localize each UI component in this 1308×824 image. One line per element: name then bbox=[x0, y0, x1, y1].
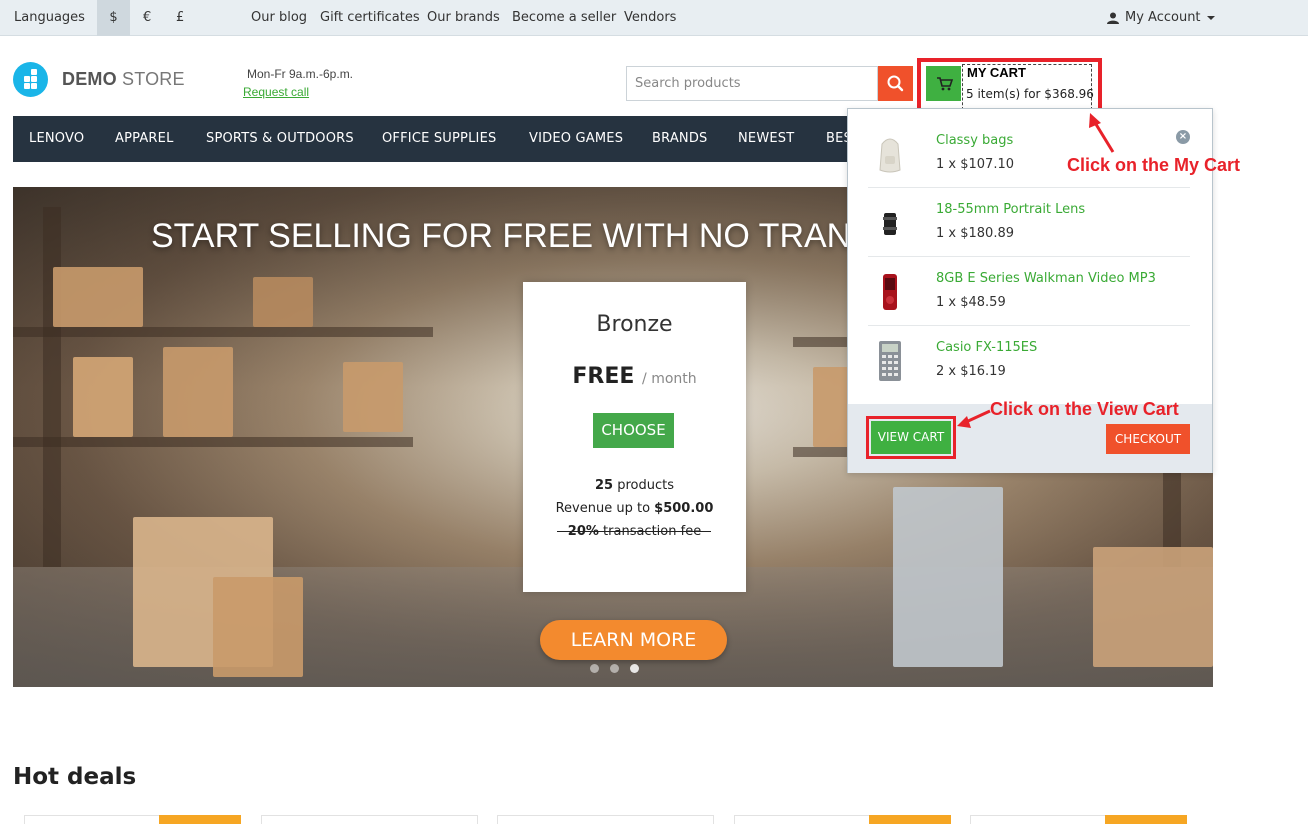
annotation-click-view-cart: Click on the View Cart bbox=[990, 399, 1179, 419]
annotation-click-my-cart: Click on the My Cart bbox=[1067, 155, 1241, 175]
